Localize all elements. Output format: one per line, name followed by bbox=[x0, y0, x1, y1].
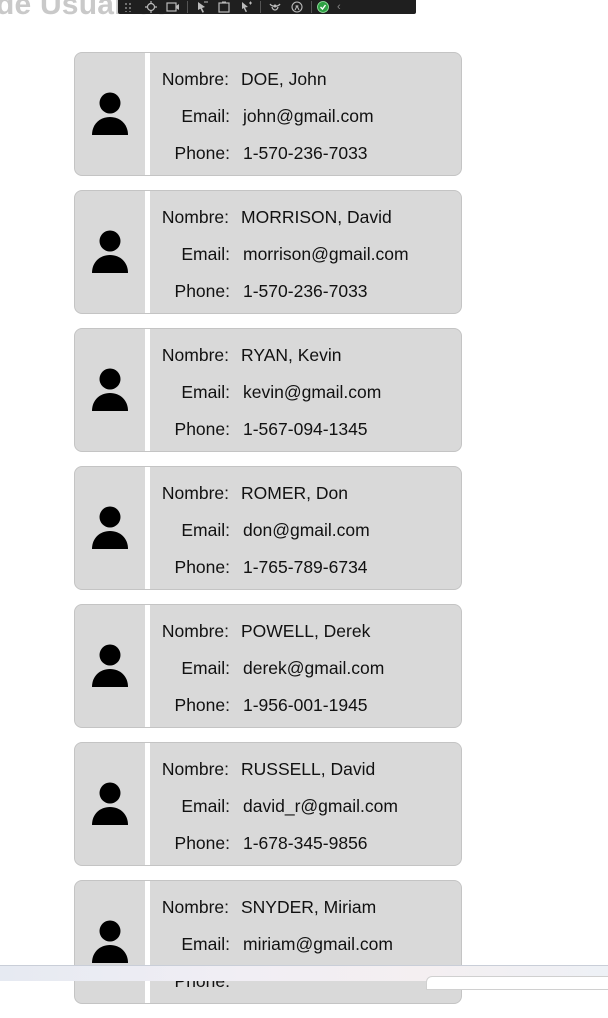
collapse-chevron-icon[interactable]: ‹ bbox=[337, 0, 341, 14]
user-phone: 1-765-789-6734 bbox=[243, 556, 368, 577]
accessibility-icon[interactable] bbox=[264, 0, 286, 14]
user-phone: 1-567-094-1345 bbox=[243, 418, 368, 439]
user-list: Nombre: DOE, John Email: john@gmail.com Ph… bbox=[74, 52, 462, 1018]
user-card: Nombre: RUSSELL, David Email: david_r@gmai… bbox=[74, 742, 462, 866]
name-label: Nombre: bbox=[161, 344, 229, 365]
phone-label: Phone: bbox=[174, 556, 230, 577]
user-card: Nombre: MORRISON, David Email: morrison@gm… bbox=[74, 190, 462, 314]
email-label: Email: bbox=[181, 105, 230, 126]
user-name: RUSSELL, David bbox=[241, 758, 376, 779]
user-phone: 1-678-345-9856 bbox=[243, 832, 368, 853]
user-icon bbox=[92, 644, 128, 687]
user-card: Nombre: POWELL, Derek Email: derek@gmail.c… bbox=[74, 604, 462, 728]
user-icon bbox=[92, 920, 128, 963]
avatar bbox=[75, 881, 145, 1003]
email-label: Email: bbox=[181, 243, 230, 264]
user-email: morrison@gmail.com bbox=[243, 243, 409, 264]
phone-label: Phone: bbox=[174, 418, 230, 439]
user-card: Nombre: ROMER, Don Email: don@gmail.com Ph… bbox=[74, 466, 462, 590]
user-email: kevin@gmail.com bbox=[243, 381, 382, 402]
name-label: Nombre: bbox=[161, 206, 229, 227]
inspect-icon[interactable] bbox=[140, 0, 162, 14]
avatar bbox=[75, 191, 145, 313]
drag-handle-icon[interactable] bbox=[124, 2, 132, 12]
avatar bbox=[75, 467, 145, 589]
phone-label: Phone: bbox=[174, 694, 230, 715]
email-label: Email: bbox=[181, 933, 230, 954]
email-label: Email: bbox=[181, 795, 230, 816]
user-phone: 1-570-236-7033 bbox=[243, 142, 368, 163]
email-label: Email: bbox=[181, 381, 230, 402]
a11y-checker-icon[interactable] bbox=[286, 0, 308, 14]
phone-label: Phone: bbox=[174, 142, 230, 163]
avatar bbox=[75, 743, 145, 865]
toolbar-divider bbox=[311, 1, 312, 13]
email-label: Email: bbox=[181, 657, 230, 678]
user-email: david_r@gmail.com bbox=[243, 795, 398, 816]
name-label: Nombre: bbox=[161, 758, 229, 779]
avatar bbox=[75, 605, 145, 727]
user-name: ROMER, Don bbox=[241, 482, 348, 503]
layout-icon[interactable] bbox=[213, 0, 235, 14]
user-phone: 1-956-001-1945 bbox=[243, 694, 368, 715]
name-label: Nombre: bbox=[161, 482, 229, 503]
phone-label: Phone: bbox=[174, 280, 230, 301]
user-name: MORRISON, David bbox=[241, 206, 392, 227]
name-label: Nombre: bbox=[161, 68, 229, 89]
user-name: RYAN, Kevin bbox=[241, 344, 342, 365]
user-icon bbox=[92, 92, 128, 135]
toolbar-divider bbox=[260, 1, 261, 13]
phone-label: Phone: bbox=[174, 832, 230, 853]
taskbar bbox=[0, 965, 608, 990]
user-card: Nombre: DOE, John Email: john@gmail.com Ph… bbox=[74, 52, 462, 176]
status-ok-icon[interactable] bbox=[315, 0, 331, 14]
user-name: SNYDER, Miriam bbox=[241, 896, 377, 917]
user-icon bbox=[92, 230, 128, 273]
name-label: Nombre: bbox=[161, 896, 229, 917]
avatar bbox=[75, 53, 145, 175]
user-email: derek@gmail.com bbox=[243, 657, 385, 678]
taskbar-search-box[interactable] bbox=[426, 976, 608, 990]
user-email: john@gmail.com bbox=[243, 105, 374, 126]
user-name: POWELL, Derek bbox=[241, 620, 371, 641]
select-element-icon[interactable] bbox=[191, 0, 213, 14]
name-label: Nombre: bbox=[161, 620, 229, 641]
email-label: Email: bbox=[181, 519, 230, 540]
user-name: DOE, John bbox=[241, 68, 327, 89]
touch-icon[interactable] bbox=[235, 0, 257, 14]
user-phone: 1-570-236-7033 bbox=[243, 280, 368, 301]
device-icon[interactable] bbox=[162, 0, 184, 14]
user-email: miriam@gmail.com bbox=[243, 933, 393, 954]
user-card: Nombre: RYAN, Kevin Email: kevin@gmail.com… bbox=[74, 328, 462, 452]
user-email: don@gmail.com bbox=[243, 519, 370, 540]
avatar bbox=[75, 329, 145, 451]
user-icon bbox=[92, 506, 128, 549]
user-icon bbox=[92, 368, 128, 411]
devtools-toolbar: ‹ bbox=[118, 0, 416, 14]
user-card: Nombre: SNYDER, Miriam Email: miriam@gmail… bbox=[74, 880, 462, 1004]
user-icon bbox=[92, 782, 128, 825]
toolbar-divider bbox=[187, 1, 188, 13]
